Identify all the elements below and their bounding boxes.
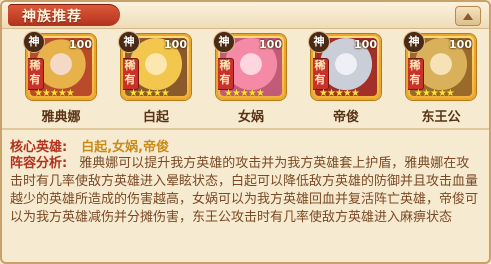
hero-name: 白起 [142, 110, 169, 125]
hero-level: 100 [354, 38, 377, 51]
hero-card-baiqi[interactable]: 100 稀有 ★★★★★ 神 白起 [118, 31, 191, 128]
hero-name: 东王公 [421, 110, 461, 125]
hero-name: 雅典娜 [41, 110, 81, 125]
core-heroes-label: 核心英雄: [10, 140, 68, 155]
title-tab: 神族推荐 [8, 4, 120, 26]
hero-row: 100 稀有 ★★★★★ 神 雅典娜 100 稀有 ★★★★★ 神 白起 100… [23, 31, 476, 128]
hero-name: 女娲 [237, 110, 264, 125]
core-heroes: 核心英雄: 白起,女娲,帝俊 [10, 136, 169, 155]
analysis-text: 雅典娜可以提升我方英雄的攻击并为我方英雄套上护盾，雅典娜在攻击时有几率使敌方英雄… [10, 156, 479, 225]
analysis-label: 阵容分析: [10, 156, 68, 171]
rarity-tag: 稀有 [28, 58, 44, 90]
hero-card-nuwa[interactable]: 100 稀有 ★★★★★ 神 女娲 [213, 31, 286, 128]
star-rating: ★★★★★ [224, 88, 265, 99]
panel-title: 神族推荐 [22, 9, 82, 25]
star-rating: ★★★★★ [34, 88, 75, 99]
hero-card-athena[interactable]: 100 稀有 ★★★★★ 神 雅典娜 [23, 31, 96, 128]
tier-badge: 神 [403, 31, 425, 53]
star-rating: ★★★★★ [129, 88, 170, 99]
star-rating: ★★★★★ [319, 88, 360, 99]
lineup-analysis: 阵容分析: 雅典娜可以提升我方英雄的攻击并为我方英雄套上护盾，雅典娜在攻击时有几率… [10, 155, 480, 227]
star-rating: ★★★★★ [414, 88, 455, 99]
rarity-tag: 稀有 [313, 58, 329, 90]
chevron-up-icon [463, 13, 473, 20]
rarity-tag: 稀有 [408, 58, 424, 90]
hero-level: 100 [69, 38, 92, 51]
hero-card-dongwanggong[interactable]: 100 稀有 ★★★★★ 神 东王公 [403, 31, 476, 128]
divider [2, 128, 489, 130]
core-heroes-value: 白起,女娲,帝俊 [81, 140, 170, 155]
lineup-panel: 神族推荐 100 稀有 ★★★★★ 神 雅典娜 100 稀有 ★★★★★ 神 白… [0, 0, 491, 264]
hero-level: 100 [164, 38, 187, 51]
tier-badge: 神 [308, 31, 330, 53]
hero-name: 帝俊 [332, 110, 359, 125]
tier-badge: 神 [23, 31, 45, 53]
tier-badge: 神 [118, 31, 140, 53]
hero-card-dijun[interactable]: 100 稀有 ★★★★★ 神 帝俊 [308, 31, 381, 128]
rarity-tag: 稀有 [218, 58, 234, 90]
rarity-tag: 稀有 [123, 58, 139, 90]
hero-level: 100 [259, 38, 282, 51]
tier-badge: 神 [213, 31, 235, 53]
panel-header: 神族推荐 [2, 2, 489, 29]
hero-level: 100 [449, 38, 472, 51]
collapse-button[interactable] [455, 6, 481, 26]
